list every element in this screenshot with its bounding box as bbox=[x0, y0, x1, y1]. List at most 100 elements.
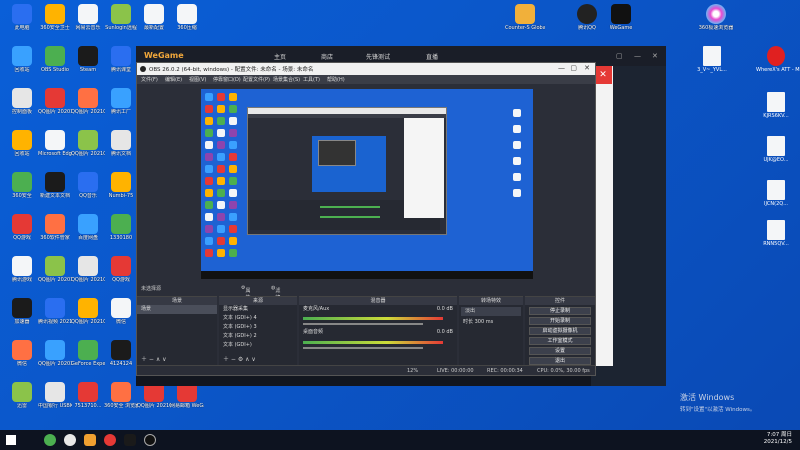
start-icon[interactable] bbox=[6, 435, 16, 445]
desktop-shortcut[interactable]: Microsoft Edge bbox=[38, 130, 72, 157]
qq-shortcut[interactable]: 腾讯QQ bbox=[570, 4, 604, 31]
studio-mode-button[interactable]: 工作室模式 bbox=[529, 337, 591, 345]
desktop-shortcut[interactable]: 最新配置 bbox=[137, 4, 171, 31]
close-button[interactable]: ✕ bbox=[652, 52, 658, 60]
desktop-shortcut[interactable]: 此电脑 bbox=[5, 4, 39, 31]
volume-slider[interactable] bbox=[303, 347, 423, 349]
obs-icon[interactable] bbox=[144, 434, 156, 446]
desktop-shortcut[interactable]: 4124124 bbox=[104, 340, 138, 367]
maximize-button[interactable]: ▢ bbox=[616, 52, 623, 60]
desktop-shortcut[interactable]: Sunlogin远程 bbox=[104, 4, 138, 31]
desktop-shortcut[interactable]: Numbi-75 bbox=[104, 172, 138, 199]
browser-shortcut[interactable]: 360极速浏览器 bbox=[696, 4, 736, 31]
desktop-shortcut[interactable]: QQ音乐 bbox=[71, 172, 105, 199]
scene-item[interactable]: 场景 bbox=[137, 305, 217, 314]
system-clock[interactable]: 7:07 周日 2021/12/5 bbox=[764, 432, 792, 446]
properties-button[interactable]: ⚙ 属性 bbox=[241, 285, 251, 301]
transition-select[interactable]: 淡出 bbox=[461, 307, 521, 316]
obs-preview[interactable] bbox=[201, 89, 533, 279]
desktop-shortcut[interactable]: QQ图片 2020120... bbox=[38, 340, 72, 367]
desktop-shortcut[interactable]: 新建文本文档 bbox=[38, 172, 72, 199]
csgo-shortcut[interactable]: Counter-S Global Off... bbox=[505, 4, 545, 31]
exit-button[interactable]: 退出 bbox=[529, 357, 591, 365]
desktop-shortcut[interactable]: 腾讯文档 bbox=[104, 130, 138, 157]
menu-tools[interactable]: 工具(T) bbox=[303, 76, 320, 83]
desktop-shortcut[interactable]: 网易云音乐 bbox=[71, 4, 105, 31]
red-close-icon[interactable]: ✕ bbox=[594, 66, 612, 84]
filters-button[interactable]: ◍ 滤镜 bbox=[271, 285, 280, 301]
start-recording-button[interactable]: 开始录制 bbox=[529, 317, 591, 325]
wegame-tab-store[interactable]: 商店 bbox=[321, 52, 333, 61]
desktop-shortcut[interactable]: 1330180 bbox=[104, 214, 138, 241]
desktop-shortcut[interactable]: QQ图片 2020112... bbox=[38, 88, 72, 115]
desktop-shortcut[interactable]: Steam bbox=[71, 46, 105, 73]
settings-button[interactable]: 设置 bbox=[529, 347, 591, 355]
browser-icon[interactable] bbox=[64, 434, 76, 446]
desktop-shortcut[interactable]: 7513710... bbox=[71, 382, 105, 409]
desktop-shortcut[interactable]: QQ图片 2021012... bbox=[71, 130, 105, 157]
wegame-tab-home[interactable]: 主页 bbox=[274, 52, 286, 61]
menu-profile[interactable]: 配置文件(P) bbox=[243, 76, 270, 83]
desktop-shortcut[interactable]: 中国银行 USBKey... bbox=[38, 382, 72, 409]
desktop-shortcut[interactable]: 腾讯工厂 bbox=[104, 88, 138, 115]
menu-help[interactable]: 帮助(H) bbox=[327, 76, 345, 83]
volume-slider[interactable] bbox=[303, 323, 423, 325]
obs-close-button[interactable]: ✕ bbox=[584, 64, 590, 72]
desktop-shortcut[interactable]: 回收站 bbox=[5, 130, 39, 157]
desktop-shortcut[interactable]: 网易邮箱 WeGame网易 bbox=[170, 382, 204, 409]
doc-shortcut[interactable]: IJCN(2Q... bbox=[756, 180, 796, 207]
source-item[interactable]: 文本 (GDI+) 3 bbox=[219, 323, 297, 332]
folder-icon[interactable] bbox=[84, 434, 96, 446]
desktop-shortcut[interactable]: 百度网盘 bbox=[71, 214, 105, 241]
desktop-shortcut[interactable]: 微信 bbox=[104, 298, 138, 325]
desktop-shortcut[interactable]: 控制面板 bbox=[5, 88, 39, 115]
desktop-shortcut[interactable]: 360安全卫士 bbox=[38, 4, 72, 31]
doc-shortcut[interactable]: WhereX's ATT - Mid... bbox=[756, 46, 800, 73]
doc-shortcut[interactable]: RNN5QV... bbox=[756, 220, 796, 247]
desktop-shortcut[interactable]: QQ图片 2020112... bbox=[38, 256, 72, 283]
transition-duration[interactable]: 时长 300 ms bbox=[459, 318, 523, 327]
menu-edit[interactable]: 编辑(E) bbox=[165, 76, 182, 83]
wegame-tab-live[interactable]: 直播 bbox=[426, 52, 438, 61]
desktop-shortcut[interactable]: QQ图片 2021012... bbox=[71, 88, 105, 115]
wegame-shortcut[interactable]: WeGame bbox=[604, 4, 638, 31]
desktop-shortcut[interactable]: 腾讯游戏 bbox=[5, 256, 39, 283]
virtual-camera-button[interactable]: 启动虚拟摄像机 bbox=[529, 327, 591, 335]
obs-maximize-button[interactable]: ▢ bbox=[570, 64, 577, 72]
doc-shortcut[interactable]: KJRS6KV... bbox=[756, 92, 796, 119]
desktop-shortcut[interactable]: 微信 bbox=[5, 340, 39, 367]
desktop-shortcut[interactable]: QQ游戏 bbox=[104, 256, 138, 283]
wegame-tab-test[interactable]: 先锋测试 bbox=[366, 52, 390, 61]
desktop-shortcut[interactable]: QQ图片 2021040... bbox=[71, 256, 105, 283]
app-icon[interactable] bbox=[44, 434, 56, 446]
source-item[interactable]: 文本 (GDI+) 4 bbox=[219, 314, 297, 323]
desktop-shortcut[interactable]: QQ图片 2021040... bbox=[71, 298, 105, 325]
menu-view[interactable]: 视图(V) bbox=[189, 76, 206, 83]
source-item[interactable]: 显示器采集 bbox=[219, 305, 297, 314]
stop-recording-button[interactable]: 停止录制 bbox=[529, 307, 591, 315]
desktop-shortcut[interactable]: 回收站 bbox=[5, 46, 39, 73]
menu-scene-collection[interactable]: 场景集合(S) bbox=[273, 76, 300, 83]
desktop-shortcut[interactable]: 360安全 浏览器 bbox=[104, 382, 138, 409]
desktop-shortcut[interactable]: 腾讯课堂 bbox=[104, 46, 138, 73]
desktop-shortcut[interactable]: 360软件管家 bbox=[38, 214, 72, 241]
minimize-button[interactable]: — bbox=[634, 52, 641, 60]
desktop-shortcut[interactable]: 360安全 bbox=[5, 172, 39, 199]
doc-shortcut[interactable]: 3_V~_YVL... bbox=[692, 46, 732, 73]
desktop-shortcut[interactable]: OBS Studio bbox=[38, 46, 72, 73]
source-item[interactable]: 文本 (GDI+) 2 bbox=[219, 332, 297, 341]
obs-minimize-button[interactable]: — bbox=[558, 64, 565, 72]
menu-file[interactable]: 文件(F) bbox=[141, 76, 158, 83]
source-item[interactable]: 文本 (GDI+) bbox=[219, 341, 297, 350]
desktop-shortcut[interactable]: 加速器 bbox=[5, 298, 39, 325]
desktop-shortcut[interactable]: QQ图片 2021019... bbox=[137, 382, 171, 409]
source-controls[interactable]: ＋ − ⚙ ∧ ∨ bbox=[223, 354, 256, 363]
desktop-shortcut[interactable]: GeForce Experience bbox=[71, 340, 105, 367]
desktop-shortcut[interactable]: 迅雷 bbox=[5, 382, 39, 409]
desktop-shortcut[interactable]: 360压缩 bbox=[170, 4, 204, 31]
menu-docks[interactable]: 停靠窗口(D) bbox=[213, 76, 241, 83]
music-icon[interactable] bbox=[104, 434, 116, 446]
desktop-shortcut[interactable]: 腾讯视频 2021... bbox=[38, 298, 72, 325]
desktop-shortcut[interactable]: QQ游戏 bbox=[5, 214, 39, 241]
doc-shortcut[interactable]: UJK@EO... bbox=[756, 136, 796, 163]
